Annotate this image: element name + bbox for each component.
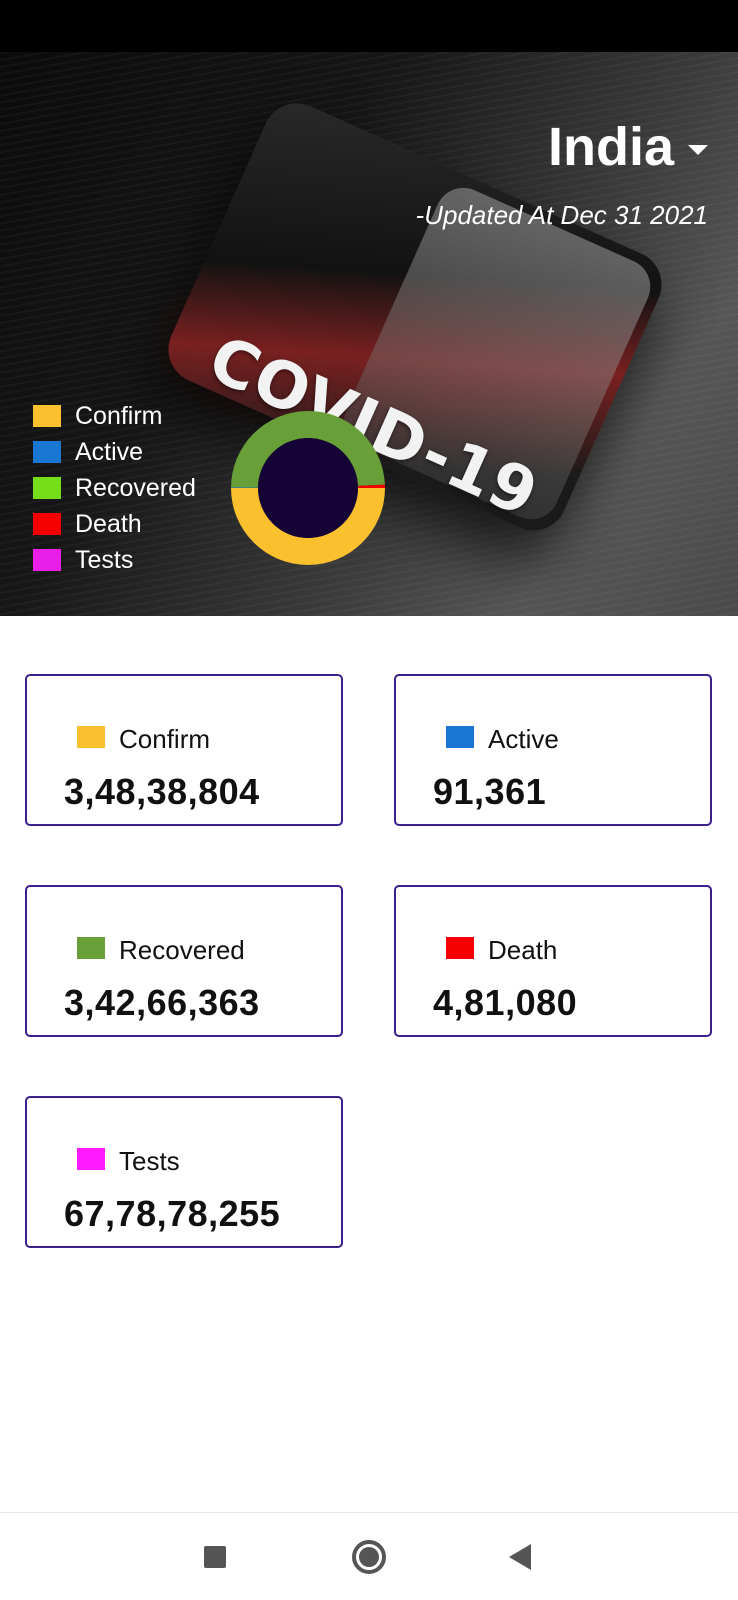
triangle-back-icon	[509, 1544, 531, 1570]
legend-item-recovered: Recovered	[33, 470, 196, 506]
square-icon	[204, 1546, 226, 1568]
legend-item-tests: Tests	[33, 542, 196, 578]
legend-item-death: Death	[33, 506, 196, 542]
legend-label: Tests	[75, 545, 134, 574]
card-confirm: Confirm 3,48,38,804	[25, 674, 343, 826]
home-button[interactable]	[345, 1533, 393, 1581]
card-swatch	[77, 726, 105, 748]
legend-item-confirm: Confirm	[33, 398, 196, 434]
card-swatch	[446, 726, 474, 748]
card-value: 67,78,78,255	[64, 1193, 281, 1234]
circle-icon	[352, 1540, 386, 1574]
card-swatch	[77, 937, 105, 959]
card-tests: Tests 67,78,78,255	[25, 1096, 343, 1248]
card-swatch	[77, 1148, 105, 1170]
legend-label: Confirm	[75, 401, 163, 430]
legend-swatch	[33, 513, 61, 535]
card-label: Death	[488, 935, 558, 965]
legend-label: Active	[75, 437, 144, 466]
card-active: Active 91,361	[394, 674, 712, 826]
card-value: 3,42,66,363	[64, 982, 260, 1023]
legend-label: Recovered	[75, 473, 196, 502]
card-label: Tests	[119, 1146, 180, 1176]
card-label: Recovered	[119, 935, 245, 965]
card-label: Active	[488, 724, 559, 754]
chart-legend: Confirm Active Recovered Death Tests	[33, 398, 196, 578]
card-value: 4,81,080	[433, 982, 578, 1023]
back-button[interactable]	[496, 1533, 544, 1581]
card-recovered: Recovered 3,42,66,363	[25, 885, 343, 1037]
legend-swatch	[33, 477, 61, 499]
country-dropdown[interactable]: India	[548, 116, 708, 178]
legend-label: Death	[75, 509, 142, 538]
country-name: India	[547, 117, 674, 177]
updated-date: -Updated At Dec 31 2021	[415, 200, 708, 230]
card-label: Confirm	[119, 724, 211, 754]
recents-button[interactable]	[191, 1533, 239, 1581]
donut-chart	[231, 411, 385, 565]
card-death: Death 4,81,080	[394, 885, 712, 1037]
circle-inner-icon	[359, 1547, 379, 1567]
status-bar	[0, 0, 738, 52]
caret-down-icon	[688, 145, 708, 155]
legend-swatch	[33, 441, 61, 463]
legend-swatch	[33, 549, 61, 571]
card-value: 91,361	[433, 771, 547, 812]
navigation-bar	[0, 1512, 738, 1600]
legend-swatch	[33, 405, 61, 427]
card-value: 3,48,38,804	[64, 771, 260, 812]
card-swatch	[446, 937, 474, 959]
donut-hole	[258, 438, 358, 538]
legend-item-active: Active	[33, 434, 196, 470]
